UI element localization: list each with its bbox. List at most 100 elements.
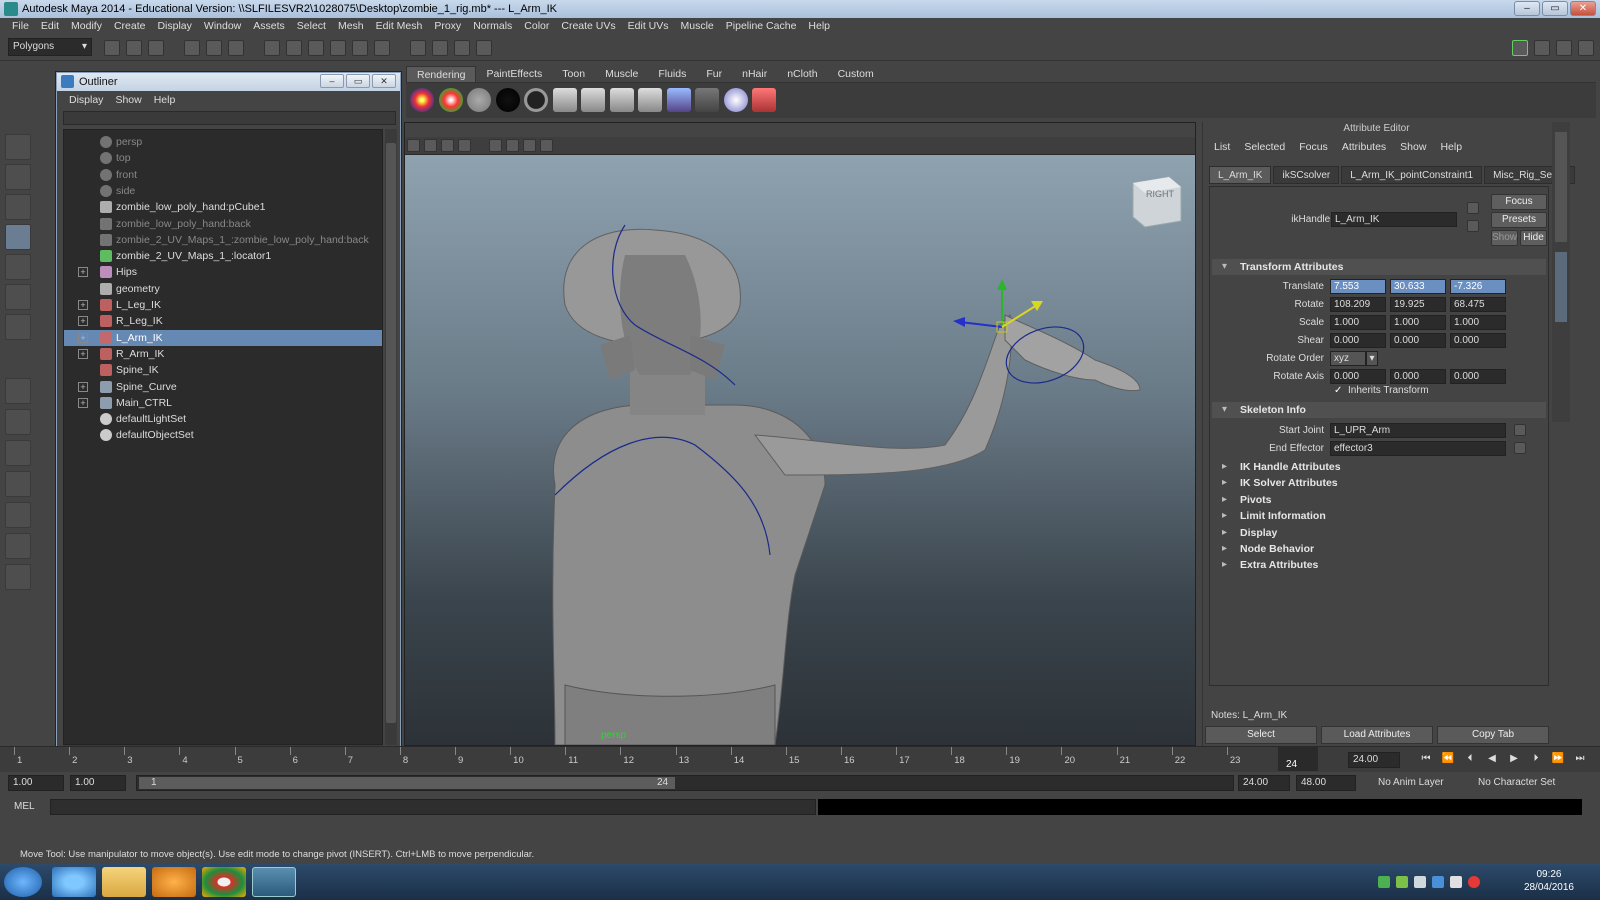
move-tool-icon[interactable]	[5, 224, 31, 250]
start-button[interactable]	[4, 867, 42, 897]
render-settings-icon[interactable]	[476, 40, 492, 56]
shelf-tab-fluids[interactable]: Fluids	[648, 66, 696, 82]
wireframe-icon[interactable]	[407, 139, 420, 152]
outliner-item-hips[interactable]: + Hips	[64, 264, 382, 280]
section-node-behavior[interactable]: Node Behavior	[1212, 541, 1546, 557]
shelf-tab-toon[interactable]: Toon	[552, 66, 595, 82]
last-tool-icon[interactable]	[5, 314, 31, 340]
select-hierarchy-icon[interactable]	[184, 40, 200, 56]
isolate-select-icon[interactable]	[489, 139, 502, 152]
menu-edit[interactable]: Edit	[35, 18, 65, 35]
expand-toggle-icon[interactable]: +	[78, 332, 88, 343]
start-joint-field[interactable]: L_UPR_Arm	[1330, 423, 1506, 438]
scale-x-field[interactable]: 1.000	[1330, 315, 1386, 330]
shelf-tab-rendering[interactable]: Rendering	[406, 66, 477, 82]
new-scene-icon[interactable]	[104, 40, 120, 56]
maximize-button[interactable]: ▭	[1542, 1, 1568, 16]
paint-brush-icon[interactable]	[752, 88, 776, 112]
four-view-layout-icon[interactable]	[5, 409, 31, 435]
menu-file[interactable]: File	[6, 18, 35, 35]
render-layer-icon[interactable]	[552, 88, 577, 112]
light-icon[interactable]	[723, 88, 748, 112]
history-icon[interactable]	[374, 40, 390, 56]
outliner-item-geometry[interactable]: geometry	[64, 281, 382, 297]
go-to-start-icon[interactable]: ⏮	[1418, 752, 1434, 766]
select-button[interactable]: Select	[1205, 726, 1317, 744]
expand-toggle-icon[interactable]: +	[78, 348, 88, 359]
tray-flag-icon[interactable]	[1414, 876, 1426, 888]
attr-tab-l-arm-ik[interactable]: L_Arm_IK	[1209, 166, 1272, 184]
media-player-icon[interactable]	[152, 867, 196, 897]
render-settings-shelf-icon[interactable]	[609, 88, 634, 112]
section-transform-attributes[interactable]: Transform Attributes	[1212, 259, 1546, 275]
rotate-axis-x-field[interactable]: 0.000	[1330, 369, 1386, 384]
grid-icon[interactable]	[523, 139, 536, 152]
rotate-axis-y-field[interactable]: 0.000	[1390, 369, 1446, 384]
attr-menu-attributes[interactable]: Attributes	[1335, 138, 1393, 156]
select-component-icon[interactable]	[228, 40, 244, 56]
end-time-field[interactable]: 48.00	[1296, 775, 1356, 791]
outliner-item-side[interactable]: side	[64, 183, 382, 199]
snap-plane-icon[interactable]	[330, 40, 346, 56]
snap-surface-icon[interactable]	[352, 40, 368, 56]
rotate-z-field[interactable]: 68.475	[1450, 297, 1506, 312]
minimize-button[interactable]: –	[1514, 1, 1540, 16]
menu-proxy[interactable]: Proxy	[428, 18, 467, 35]
internet-explorer-icon[interactable]	[52, 867, 96, 897]
translate-x-field[interactable]: 7.553	[1330, 279, 1386, 294]
snap-point-icon[interactable]	[308, 40, 324, 56]
start-joint-link-icon[interactable]	[1514, 424, 1526, 436]
menu-muscle[interactable]: Muscle	[675, 18, 720, 35]
go-to-end-icon[interactable]: ⏭	[1572, 752, 1588, 766]
textured-icon[interactable]	[441, 139, 454, 152]
open-scene-icon[interactable]	[126, 40, 142, 56]
rotate-tool-icon[interactable]	[5, 254, 31, 280]
menu-display[interactable]: Display	[151, 18, 197, 35]
single-view-layout-icon[interactable]	[5, 378, 31, 404]
range-bar-fill[interactable]	[139, 777, 675, 789]
expand-toggle-icon[interactable]: +	[78, 267, 88, 278]
outliner-menu-help[interactable]: Help	[148, 91, 182, 109]
shelf-tab-painteffects[interactable]: PaintEffects	[476, 66, 552, 82]
snap-grid-icon[interactable]	[264, 40, 280, 56]
expand-toggle-icon[interactable]: +	[78, 397, 88, 408]
menu-pipeline-cache[interactable]: Pipeline Cache	[720, 18, 803, 35]
section-limit-information[interactable]: Limit Information	[1212, 508, 1546, 524]
shelf-tab-ncloth[interactable]: nCloth	[777, 66, 827, 82]
select-tool-icon[interactable]	[5, 134, 31, 160]
close-button[interactable]: ✕	[1570, 1, 1596, 16]
attr-menu-selected[interactable]: Selected	[1237, 138, 1292, 156]
anim-layer-label[interactable]: No Anim Layer	[1378, 777, 1444, 788]
ipr-icon[interactable]	[666, 88, 691, 112]
grey-sphere-icon[interactable]	[467, 88, 491, 112]
outliner-item-r-arm-ik[interactable]: + R_Arm_IK	[64, 346, 382, 362]
chrome-icon[interactable]	[202, 867, 246, 897]
outliner-item-defaultobjectset[interactable]: defaultObjectSet	[64, 427, 382, 443]
viewport-canvas[interactable]: RIGHT persp	[405, 155, 1195, 745]
shelf-tab-fur[interactable]: Fur	[696, 66, 732, 82]
outliner-vertical-scrollbar[interactable]	[385, 129, 397, 745]
outliner-item-l-arm-ik[interactable]: + L_Arm_IK	[64, 329, 382, 346]
section-pivots[interactable]: Pivots	[1212, 492, 1546, 508]
tray-app-icon[interactable]	[1378, 876, 1390, 888]
tray-network-icon[interactable]	[1396, 876, 1408, 888]
scale-z-field[interactable]: 1.000	[1450, 315, 1506, 330]
attribute-editor-tab[interactable]	[1555, 252, 1567, 322]
hollow-sphere-icon[interactable]	[524, 88, 548, 112]
xray-icon[interactable]	[506, 139, 519, 152]
menu-mesh[interactable]: Mesh	[332, 18, 370, 35]
translate-z-field[interactable]: -7.326	[1450, 279, 1506, 294]
menu-set-dropdown[interactable]: Polygons	[8, 38, 92, 56]
taskbar-clock[interactable]: 09:26 28/04/2016	[1524, 868, 1574, 894]
attr-tab-ikscsolver[interactable]: ikSCsolver	[1273, 166, 1340, 184]
camera-attributes-icon[interactable]	[540, 139, 553, 152]
inherits-transform-checkbox[interactable]: ✓	[1334, 386, 1344, 396]
rotate-x-field[interactable]: 108.209	[1330, 297, 1386, 312]
expand-toggle-icon[interactable]: +	[78, 300, 88, 310]
rotate-order-chevron-down-icon[interactable]: ▾	[1366, 351, 1378, 366]
rotate-axis-z-field[interactable]: 0.000	[1450, 369, 1506, 384]
shear-y-field[interactable]: 0.000	[1390, 333, 1446, 348]
lasso-tool-icon[interactable]	[5, 164, 31, 190]
start-time-field[interactable]: 1.00	[8, 775, 64, 791]
tray-monitor-icon[interactable]	[1432, 876, 1444, 888]
